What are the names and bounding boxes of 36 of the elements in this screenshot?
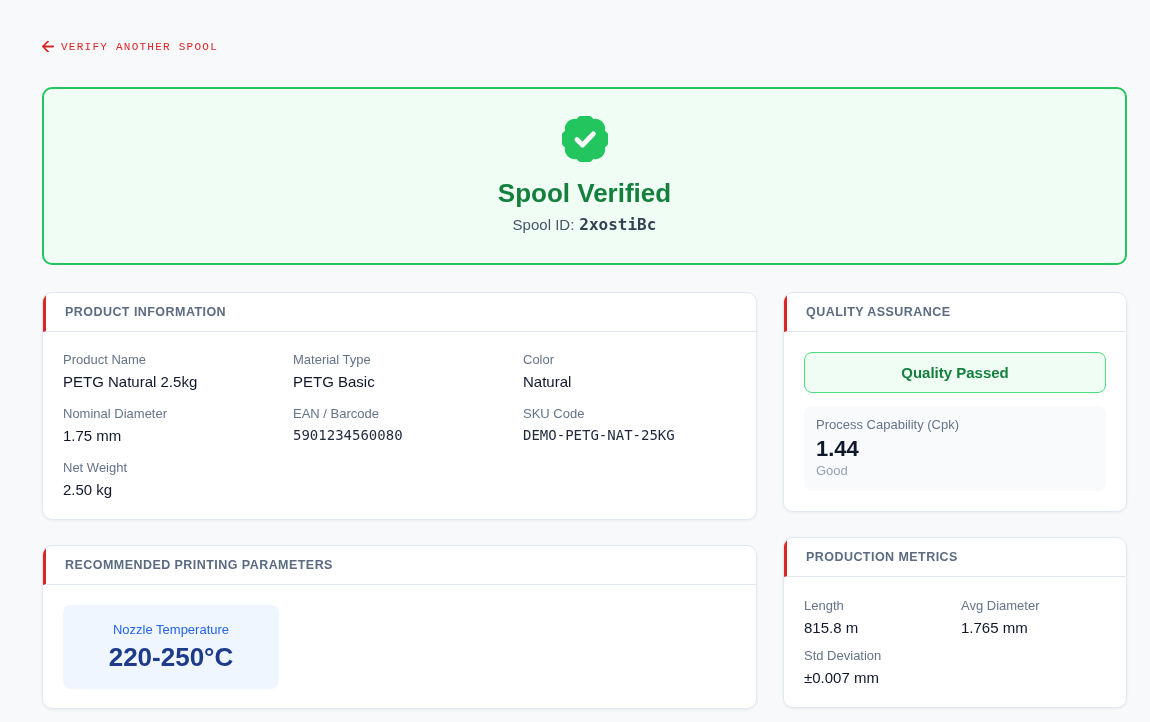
field-value: 815.8 m [804, 618, 860, 638]
quality-status-badge: Quality Passed [804, 352, 1106, 393]
card-title: RECOMMENDED PRINTING PARAMETERS [65, 558, 333, 572]
field-label: SKU Code [523, 405, 586, 423]
arrow-left-icon [42, 41, 54, 52]
parameter-value: 220-250°C [108, 641, 234, 673]
spool-id-label: Spool ID: [512, 215, 575, 235]
card-title: PRODUCT INFORMATION [65, 305, 227, 319]
field-value: 1.765 mm [961, 618, 1029, 638]
field-label: Avg Diameter [961, 597, 1041, 615]
card-title: PRODUCTION METRICS [806, 550, 958, 564]
field-value: 1.75 mm [63, 426, 123, 446]
cpk-value: 1.44 [816, 436, 860, 462]
cpk-label: Process Capability (Cpk) [816, 416, 961, 434]
parameter-label: Nozzle Temperature [112, 621, 230, 639]
field-label: EAN / Barcode [293, 405, 380, 423]
field-label: Net Weight [63, 459, 129, 477]
field-value: ±0.007 mm [804, 668, 880, 688]
back-link[interactable]: VERIFY ANOTHER SPOOL [42, 38, 219, 55]
field-value: PETG Natural 2.5kg [63, 372, 199, 392]
field-label: Material Type [293, 351, 372, 369]
field-label: Nominal Diameter [63, 405, 169, 423]
field-value: DEMO-PETG-NAT-25KG [523, 426, 676, 445]
field-value: Natural [523, 372, 573, 392]
field-value: 5901234560080 [293, 426, 404, 445]
field-label: Product Name [63, 351, 148, 369]
verified-badge-icon [561, 116, 608, 162]
field-label: Color [523, 351, 556, 369]
field-label: Std Deviation [804, 647, 883, 665]
card-title: QUALITY ASSURANCE [806, 305, 951, 319]
field-label: Length [804, 597, 845, 615]
banner-title: Spool Verified [497, 177, 672, 209]
cpk-rating: Good [816, 462, 849, 480]
field-value: PETG Basic [293, 372, 376, 392]
field-value: 2.50 kg [63, 480, 114, 500]
spool-id-value: 2xostiBc [579, 214, 657, 236]
